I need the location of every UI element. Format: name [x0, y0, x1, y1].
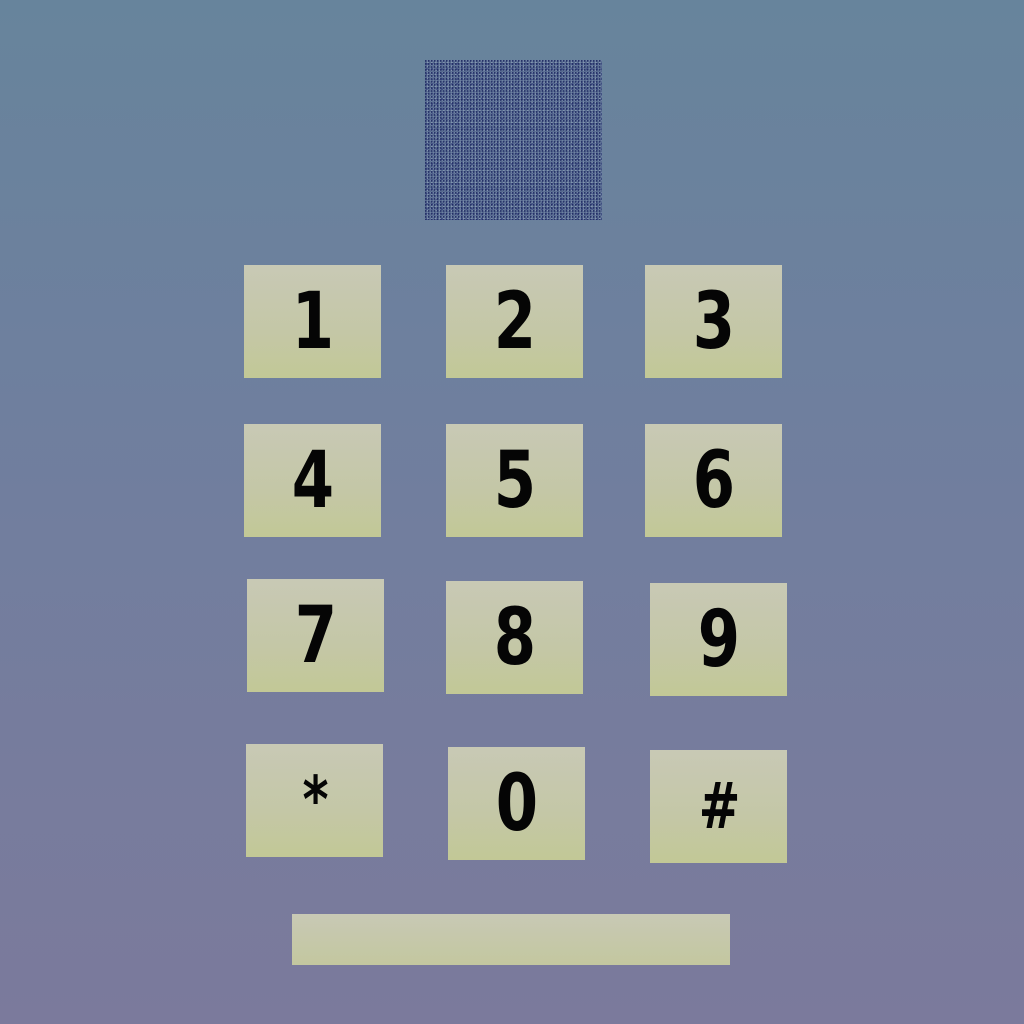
key-hash-label: # [698, 769, 740, 844]
key-0[interactable]: 0 [448, 747, 585, 860]
key-9[interactable]: 9 [650, 583, 787, 696]
key-6[interactable]: 6 [645, 424, 782, 537]
key-4-label: 4 [292, 435, 334, 526]
key-7[interactable]: 7 [247, 579, 384, 692]
key-5-label: 5 [494, 435, 536, 526]
key-1-label: 1 [292, 276, 334, 367]
key-2[interactable]: 2 [446, 265, 583, 378]
key-0-label: 0 [496, 758, 538, 849]
key-9-label: 9 [698, 594, 740, 685]
key-3[interactable]: 3 [645, 265, 782, 378]
key-2-label: 2 [494, 276, 536, 367]
key-6-label: 6 [693, 435, 735, 526]
key-8[interactable]: 8 [446, 581, 583, 694]
key-1[interactable]: 1 [244, 265, 381, 378]
submit-bar-button[interactable] [292, 914, 730, 965]
key-4[interactable]: 4 [244, 424, 381, 537]
display-noise-panel [425, 60, 602, 220]
key-star-label: * [302, 763, 328, 838]
key-7-label: 7 [295, 590, 337, 681]
key-star[interactable]: * [246, 744, 383, 857]
key-3-label: 3 [693, 276, 735, 367]
key-8-label: 8 [494, 592, 536, 683]
key-5[interactable]: 5 [446, 424, 583, 537]
key-hash[interactable]: # [650, 750, 787, 863]
